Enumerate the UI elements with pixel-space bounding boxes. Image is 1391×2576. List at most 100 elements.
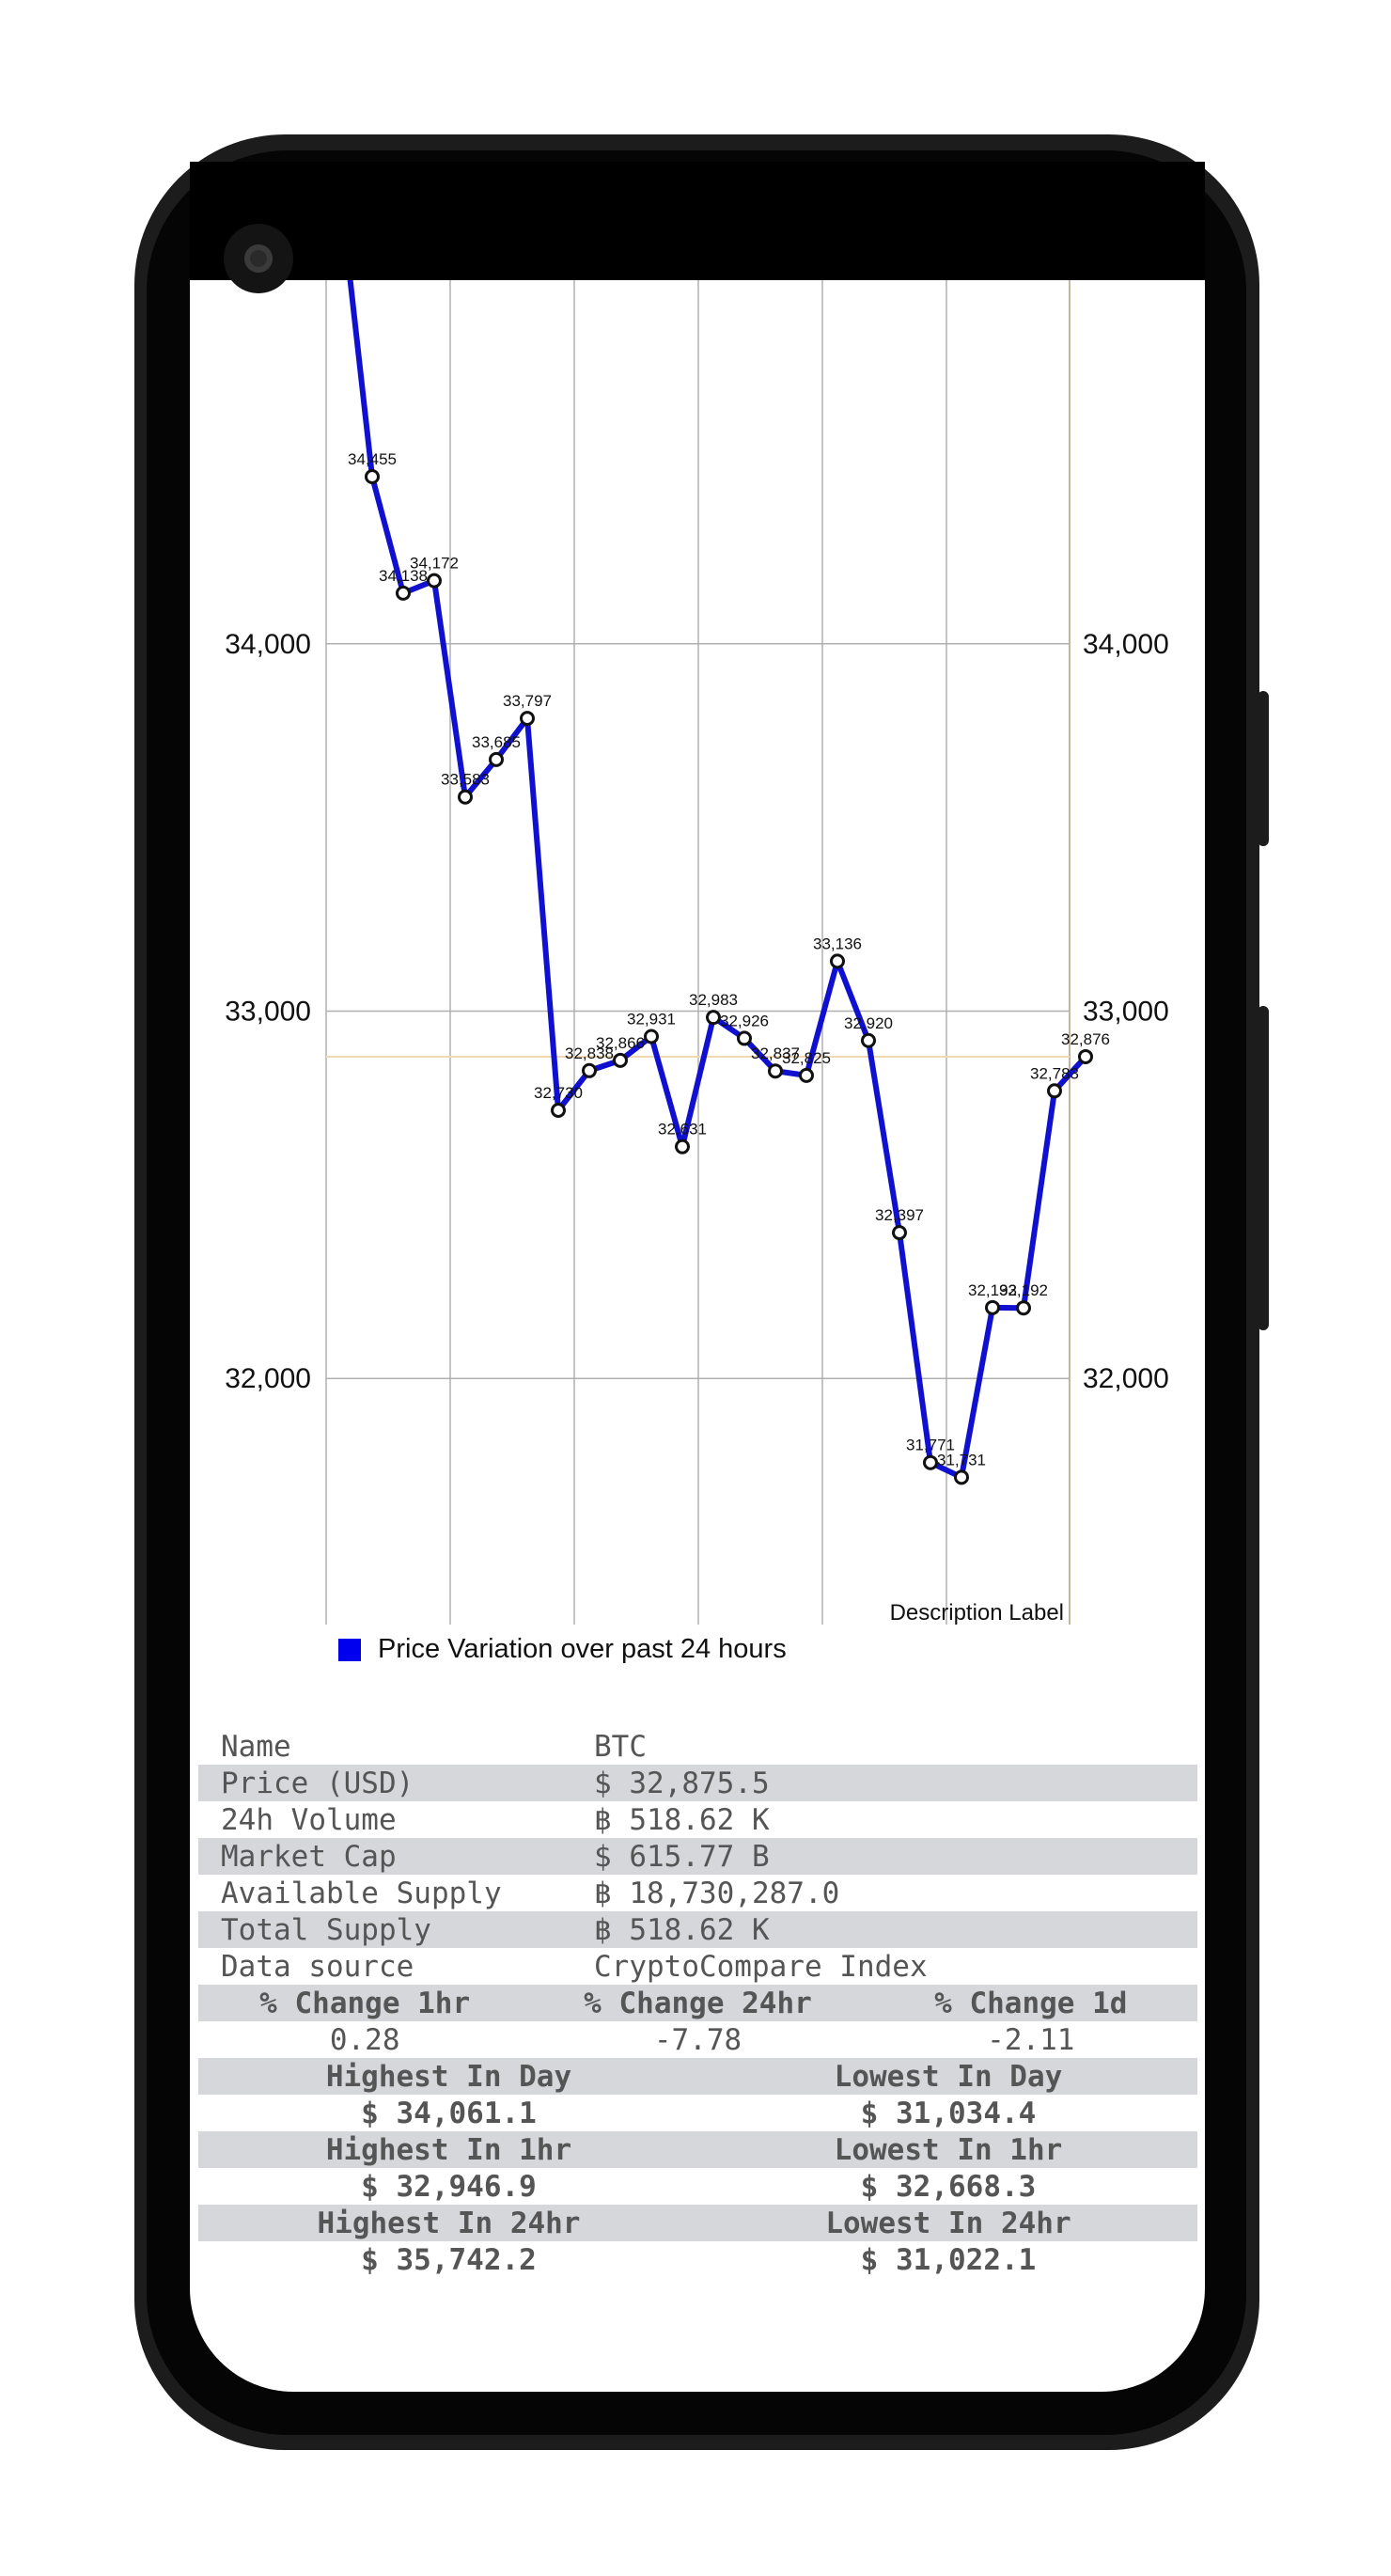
data-point-label: 34,172 (410, 555, 459, 573)
data-point-label: 31,731 (937, 1451, 986, 1469)
data-point (520, 711, 535, 727)
change-1hr-header: % Change 1hr (259, 1986, 471, 2020)
data-point-label: 32,192 (999, 1281, 1048, 1299)
data-point (737, 1030, 752, 1046)
highest-in-24hr-value: $ 35,742.2 (361, 2242, 537, 2277)
data-point-label: 33,685 (472, 733, 521, 751)
info-value: CryptoCompare Index (594, 1949, 928, 1984)
data-point (799, 1067, 814, 1083)
data-point (489, 751, 504, 767)
info-row-available-supply: Available Supply ฿ 18,730,287.0 (198, 1875, 1197, 1911)
day-value-row: $ 34,061.1 $ 31,034.4 (198, 2095, 1197, 2131)
legend-swatch (338, 1638, 361, 1661)
chart-description-label: Description Label (889, 1600, 1064, 1626)
change-24hr-value: -7.78 (653, 2022, 742, 2057)
data-point (613, 1052, 628, 1068)
hour-header-row: Highest In 1hr Lowest In 1hr (198, 2131, 1197, 2168)
data-point (923, 1454, 938, 1470)
lowest-in-24hr-label: Lowest In 24hr (825, 2206, 1071, 2240)
data-point (582, 1062, 597, 1078)
data-point-label: 33,583 (441, 771, 490, 789)
data-point (365, 469, 380, 485)
data-point (1016, 1300, 1031, 1316)
data-point-label: 32,783 (1030, 1064, 1079, 1082)
info-label: 24h Volume (221, 1802, 397, 1837)
info-value: ฿ 18,730,287.0 (594, 1876, 840, 1910)
info-row-market-cap: Market Cap $ 615.77 B (198, 1838, 1197, 1875)
y-tick-label-right: 32,000 (1083, 1363, 1169, 1394)
info-value: ฿ 518.62 K (594, 1912, 770, 1947)
y-tick-label-left: 32,000 (225, 1363, 311, 1394)
info-value: $ 615.77 B (594, 1839, 770, 1874)
info-row-volume: 24h Volume ฿ 518.62 K (198, 1801, 1197, 1838)
change-1d-value: -2.11 (987, 2022, 1075, 2057)
data-point-label: 32,983 (689, 991, 738, 1009)
lowest-in-1hr-value: $ 32,668.3 (860, 2169, 1037, 2204)
change-header-row: % Change 1hr % Change 24hr % Change 1d (198, 1985, 1197, 2021)
highest-in-day-value: $ 34,061.1 (361, 2096, 537, 2130)
data-point-label: 32,397 (875, 1206, 924, 1224)
data-point (458, 789, 473, 805)
info-row-data-source: Data source CryptoCompare Index (198, 1948, 1197, 1985)
data-point (427, 573, 442, 589)
data-point (892, 1225, 907, 1241)
data-point-label: 32,866 (596, 1034, 645, 1052)
change-value-row: 0.28 -7.78 -2.11 (198, 2021, 1197, 2058)
y-tick-label-right: 34,000 (1083, 629, 1169, 660)
data-point (1078, 1048, 1093, 1064)
data-point-label: 32,876 (1061, 1030, 1110, 1048)
info-label: Price (USD) (221, 1766, 414, 1800)
info-row-name: Name BTC (198, 1728, 1197, 1765)
highest-in-1hr-label: Highest In 1hr (325, 2132, 572, 2167)
info-value: $ 32,875.5 (594, 1766, 770, 1800)
info-label: Market Cap (221, 1839, 397, 1874)
chart-legend: Price Variation over past 24 hours (338, 1634, 787, 1665)
data-point-label: 32,931 (627, 1010, 676, 1028)
day24-header-row: Highest In 24hr Lowest In 24hr (198, 2205, 1197, 2241)
coin-info-table: Name BTC Price (USD) $ 32,875.5 24h Volu… (198, 1728, 1197, 2278)
data-point (1047, 1083, 1062, 1099)
info-row-price: Price (USD) $ 32,875.5 (198, 1765, 1197, 1801)
lowest-in-day-label: Lowest In Day (834, 2059, 1063, 2094)
data-point (706, 1010, 721, 1026)
day-header-row: Highest In Day Lowest In Day (198, 2058, 1197, 2095)
data-point-label: 34,455 (348, 450, 397, 468)
lowest-in-24hr-value: $ 31,022.1 (860, 2242, 1037, 2277)
hour-value-row: $ 32,946.9 $ 32,668.3 (198, 2168, 1197, 2205)
data-point (830, 953, 845, 969)
data-point (985, 1299, 1000, 1315)
change-1d-header: % Change 1d (934, 1986, 1128, 2020)
data-point (861, 1032, 876, 1048)
info-label: Name (221, 1729, 291, 1764)
data-point-label: 32,825 (782, 1049, 831, 1067)
status-bar-cutout (190, 162, 1205, 280)
data-point (768, 1063, 783, 1079)
info-label: Available Supply (221, 1876, 502, 1910)
data-point-label: 33,797 (503, 692, 552, 710)
change-24hr-header: % Change 24hr (584, 1986, 812, 2020)
info-row-total-supply: Total Supply ฿ 518.62 K (198, 1911, 1197, 1948)
change-1hr-value: 0.28 (329, 2022, 400, 2057)
data-point-label: 33,136 (813, 935, 862, 952)
data-point (675, 1139, 690, 1154)
legend-label: Price Variation over past 24 hours (378, 1634, 787, 1664)
data-point (644, 1029, 659, 1045)
data-point-label: 32,730 (534, 1084, 583, 1102)
y-tick-label-left: 34,000 (225, 629, 311, 660)
info-value: ฿ 518.62 K (594, 1802, 770, 1837)
highest-in-24hr-label: Highest In 24hr (317, 2206, 581, 2240)
lowest-in-1hr-label: Lowest In 1hr (834, 2132, 1063, 2167)
data-point-label: 32,920 (844, 1014, 893, 1032)
highest-in-1hr-value: $ 32,946.9 (361, 2169, 537, 2204)
data-point-label: 32,926 (720, 1012, 769, 1029)
front-camera (224, 224, 293, 293)
data-point-label: 32,631 (658, 1121, 707, 1139)
highest-in-day-label: Highest In Day (325, 2059, 572, 2094)
info-value: BTC (594, 1729, 647, 1764)
data-point (551, 1103, 566, 1119)
day24-value-row: $ 35,742.2 $ 31,022.1 (198, 2241, 1197, 2278)
data-point (396, 585, 411, 601)
y-tick-label-right: 33,000 (1083, 997, 1169, 1028)
lowest-in-day-value: $ 31,034.4 (860, 2096, 1037, 2130)
info-label: Total Supply (221, 1912, 431, 1947)
